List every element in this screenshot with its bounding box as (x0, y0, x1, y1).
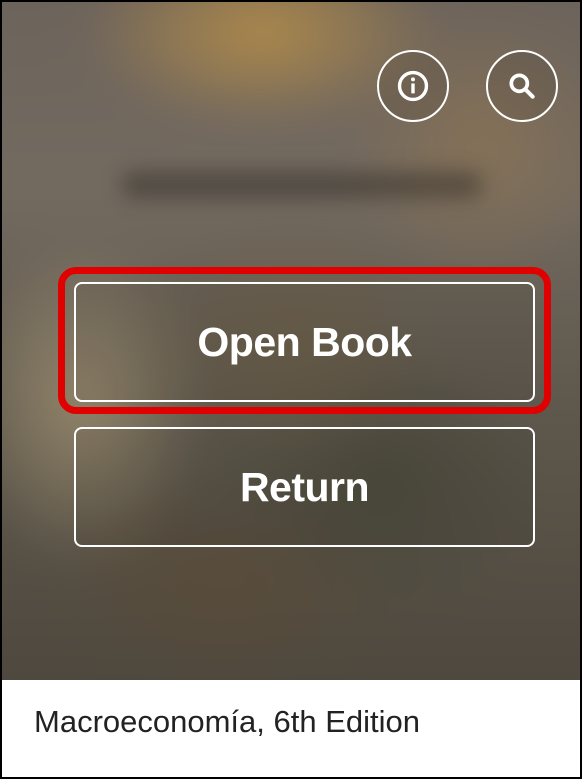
book-info-footer: Macroeconomía, 6th Edition (2, 680, 580, 777)
info-icon (397, 70, 429, 102)
book-title: Macroeconomía, 6th Edition (34, 704, 420, 739)
return-label: Return (239, 463, 370, 510)
open-book-label: Open Book (197, 318, 412, 365)
search-icon (509, 73, 535, 99)
book-cover-area: Open Book Return (2, 2, 580, 680)
info-button[interactable] (377, 50, 449, 122)
app-frame: Open Book Return Macroeconomía, 6th Edit… (0, 0, 582, 779)
return-button[interactable]: Return (74, 427, 535, 547)
blurred-cover-title (122, 172, 482, 198)
open-book-button[interactable]: Open Book (74, 282, 535, 402)
search-button[interactable] (486, 50, 558, 122)
